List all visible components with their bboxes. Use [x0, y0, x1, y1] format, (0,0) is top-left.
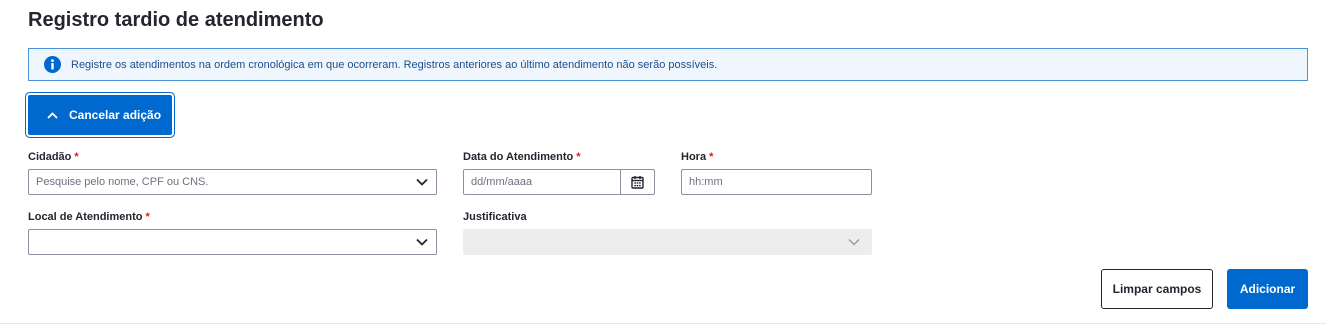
- hora-placeholder: hh:mm: [689, 176, 723, 188]
- cancel-addition-button[interactable]: Cancelar adição: [28, 95, 172, 135]
- chevron-down-icon: [837, 230, 871, 254]
- data-atendimento-input[interactable]: dd/mm/aaaa: [463, 169, 655, 195]
- cidadao-label: Cidadão *: [28, 151, 79, 163]
- local-atendimento-label: Local de Atendimento *: [28, 211, 150, 223]
- required-mark: *: [145, 211, 150, 223]
- hora-label: Hora *: [681, 151, 714, 163]
- cidadao-select[interactable]: Pesquise pelo nome, CPF ou CNS.: [28, 169, 437, 195]
- divider: [0, 323, 1326, 324]
- info-banner: Registre os atendimentos na ordem cronol…: [28, 48, 1308, 81]
- calendar-icon[interactable]: [620, 170, 654, 194]
- chevron-down-icon[interactable]: [408, 170, 436, 194]
- info-banner-text: Registre os atendimentos na ordem cronol…: [71, 58, 718, 71]
- data-atendimento-label: Data do Atendimento *: [463, 151, 581, 163]
- chevron-down-icon[interactable]: [408, 230, 436, 254]
- justificativa-select: [463, 229, 872, 255]
- justificativa-label: Justificativa: [463, 211, 527, 223]
- required-mark: *: [709, 151, 714, 163]
- data-atendimento-placeholder: dd/mm/aaaa: [471, 176, 533, 188]
- add-button[interactable]: Adicionar: [1227, 269, 1308, 309]
- required-mark: *: [576, 151, 581, 163]
- chevron-up-icon: [47, 111, 58, 119]
- cidadao-placeholder: Pesquise pelo nome, CPF ou CNS.: [36, 176, 209, 188]
- info-icon: [44, 56, 61, 73]
- hora-input[interactable]: hh:mm: [681, 169, 872, 195]
- required-mark: *: [74, 151, 79, 163]
- cancel-addition-label: Cancelar adição: [69, 108, 162, 122]
- clear-fields-button[interactable]: Limpar campos: [1101, 269, 1213, 309]
- page-title: Registro tardio de atendimento: [28, 9, 324, 31]
- local-atendimento-select[interactable]: [28, 229, 437, 255]
